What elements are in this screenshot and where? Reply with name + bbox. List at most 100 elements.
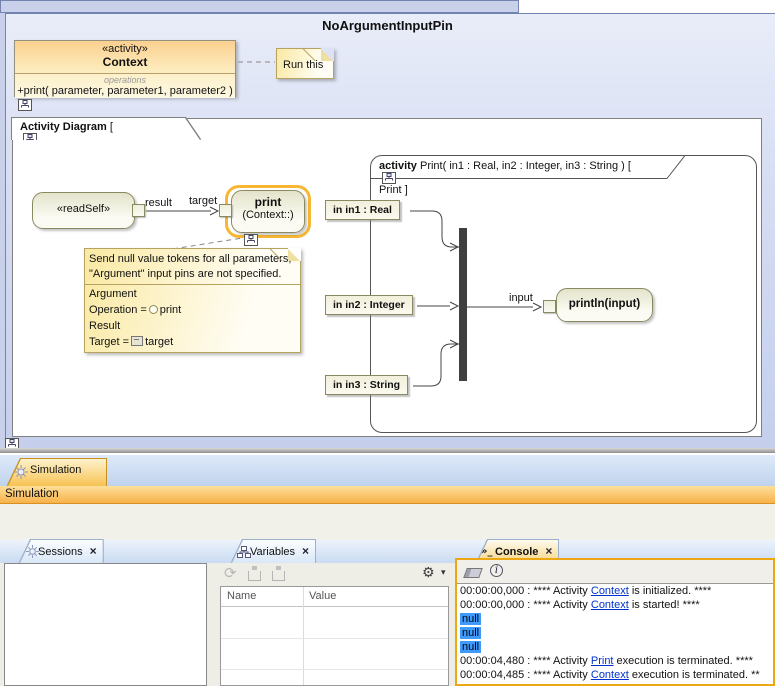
println-input-pin[interactable] bbox=[543, 300, 556, 313]
log-text: is started! **** bbox=[629, 599, 700, 611]
simulation-toolbar: »_ Trigger: ∨ Animation speed: bbox=[0, 504, 775, 540]
tab-variables[interactable]: Variables× bbox=[232, 540, 315, 563]
run-note-text: Run this bbox=[283, 59, 323, 71]
close-icon[interactable]: × bbox=[90, 544, 97, 558]
simulation-panel-header: Simulation bbox=[0, 486, 775, 504]
target-edge-label: target bbox=[189, 195, 217, 207]
clear-console-icon[interactable] bbox=[463, 568, 483, 578]
console-toolbar: i bbox=[457, 560, 773, 583]
tab-sessions[interactable]: Sessions× bbox=[20, 540, 103, 563]
bracket-close: ] bbox=[405, 184, 408, 196]
note-row-operation: Operation = print bbox=[89, 302, 296, 318]
simulation-icon bbox=[14, 465, 28, 479]
menu-caret-icon[interactable]: ▾ bbox=[441, 568, 446, 578]
element-link[interactable]: Context bbox=[591, 585, 629, 597]
gear-icon[interactable]: ⚙ bbox=[422, 565, 435, 581]
print-action-qualifier: (Context::) bbox=[232, 209, 304, 222]
activity-parameter-pin-in1[interactable]: in in1 : Real bbox=[325, 200, 400, 220]
activity-signature: Print( in1 : Real, in2 : Integer, in3 : … bbox=[420, 160, 625, 172]
simulation-tabstrip bbox=[0, 455, 775, 486]
note-separator bbox=[85, 284, 300, 285]
bracket-open: [ bbox=[628, 160, 631, 172]
sessions-panel[interactable] bbox=[4, 563, 207, 686]
activity-keyword: activity bbox=[379, 160, 417, 172]
element-link[interactable]: Print bbox=[591, 655, 614, 667]
application-window: NoArgumentInputPin «activity» Context op… bbox=[0, 0, 775, 686]
console-line: 00:00:00,000 : **** Activity Context is … bbox=[457, 598, 773, 612]
read-self-action[interactable]: «readSelf» bbox=[32, 192, 135, 229]
note-line-2: "Argument" input pins are not specified. bbox=[89, 267, 296, 282]
console-line: 00:00:04,480 : **** Activity Print execu… bbox=[457, 654, 773, 668]
print-rake-icon[interactable] bbox=[241, 234, 261, 246]
frame-diagram-ref: Print bbox=[379, 184, 402, 196]
note-row-argument: Argument bbox=[89, 286, 296, 302]
variables-table-header: Name Value bbox=[221, 587, 448, 607]
note-row-target: Target = target bbox=[89, 334, 296, 350]
operation-icon bbox=[149, 305, 158, 314]
selected-log-text: null bbox=[460, 641, 481, 653]
print-action-name: print bbox=[232, 195, 304, 209]
variables-table[interactable]: Name Value bbox=[220, 586, 449, 686]
console-line: null bbox=[457, 612, 773, 626]
operation-prefix: Operation = bbox=[89, 304, 147, 316]
note-line-1: Send null value tokens for all parameter… bbox=[89, 252, 296, 267]
operation-signature[interactable]: +print( parameter, parameter1, parameter… bbox=[15, 85, 235, 97]
simulation-header-title: Simulation bbox=[5, 488, 59, 500]
tab-simulation-label: Simulation bbox=[30, 464, 81, 476]
subdiagram-rake-icon[interactable] bbox=[15, 99, 35, 111]
activity-parameter-pin-in2[interactable]: in in2 : Integer bbox=[325, 295, 413, 315]
print-call-action[interactable]: print (Context::) bbox=[231, 190, 305, 233]
log-text: execution is terminated. **** bbox=[614, 655, 753, 667]
parameters-note[interactable]: Send null value tokens for all parameter… bbox=[84, 248, 301, 353]
class-operations-compartment: operations +print( parameter, parameter1… bbox=[15, 74, 235, 98]
export-icon[interactable] bbox=[272, 571, 285, 581]
activity-parameter-pin-in3[interactable]: in in3 : String bbox=[325, 375, 408, 395]
console-panel: i 00:00:00,000 : **** Activity Context i… bbox=[455, 558, 775, 686]
log-text: 00:00:04,485 : **** Activity bbox=[460, 669, 591, 681]
console-line: 00:00:00,000 : **** Activity Context is … bbox=[457, 584, 773, 598]
target-value: target bbox=[145, 336, 173, 348]
row-divider bbox=[221, 669, 448, 670]
console-line: null bbox=[457, 640, 773, 654]
variables-icon bbox=[237, 546, 251, 558]
join-node[interactable] bbox=[459, 228, 467, 381]
bracket-open: [ bbox=[110, 121, 113, 133]
tab-simulation[interactable]: Simulation bbox=[8, 459, 106, 486]
run-this-note[interactable]: Run this bbox=[276, 48, 334, 79]
selected-log-text: null bbox=[460, 613, 481, 625]
activity-frame-header: activity Print( in1 : Real, in2 : Intege… bbox=[379, 160, 631, 196]
println-action[interactable]: println(input) bbox=[556, 288, 653, 322]
close-icon[interactable]: × bbox=[302, 544, 309, 558]
class-stereotype: «activity» bbox=[15, 41, 235, 55]
target-prefix: Target = bbox=[89, 336, 129, 348]
window-splitter[interactable] bbox=[0, 448, 775, 454]
import-icon[interactable] bbox=[248, 571, 261, 581]
note-row-result: Result bbox=[89, 318, 296, 334]
diagram-tab-name: Activity Diagram bbox=[20, 121, 107, 133]
class-header: «activity» Context bbox=[15, 41, 235, 74]
operation-value: print bbox=[160, 304, 181, 316]
info-icon[interactable]: i bbox=[490, 564, 503, 577]
activity-diagram-tab[interactable]: Activity Diagram[Context] bbox=[12, 118, 200, 140]
operations-compartment-label: operations bbox=[15, 74, 235, 85]
log-text: 00:00:00,000 : **** Activity bbox=[460, 599, 591, 611]
console-log[interactable]: 00:00:00,000 : **** Activity Context is … bbox=[457, 583, 773, 684]
context-class-node[interactable]: «activity» Context operations +print( pa… bbox=[14, 40, 236, 97]
element-link[interactable]: Context bbox=[591, 669, 629, 681]
log-text: is initialized. **** bbox=[629, 585, 712, 597]
column-value[interactable]: Value bbox=[309, 590, 336, 602]
close-icon[interactable]: × bbox=[545, 544, 552, 558]
column-name[interactable]: Name bbox=[227, 590, 256, 602]
row-divider bbox=[221, 638, 448, 639]
read-self-output-pin[interactable] bbox=[132, 204, 145, 217]
input-edge-label: input bbox=[509, 292, 533, 304]
refresh-icon[interactable]: ⟳ bbox=[224, 566, 237, 581]
print-target-input-pin[interactable] bbox=[219, 204, 232, 217]
class-name: Context bbox=[15, 55, 235, 69]
background-window-edge bbox=[0, 0, 519, 13]
column-divider bbox=[303, 587, 304, 685]
log-text: 00:00:00,000 : **** Activity bbox=[460, 585, 591, 597]
console-line: 00:00:04,485 : **** Activity Context exe… bbox=[457, 668, 773, 682]
element-link[interactable]: Context bbox=[591, 599, 629, 611]
result-edge-label: result bbox=[145, 197, 172, 209]
